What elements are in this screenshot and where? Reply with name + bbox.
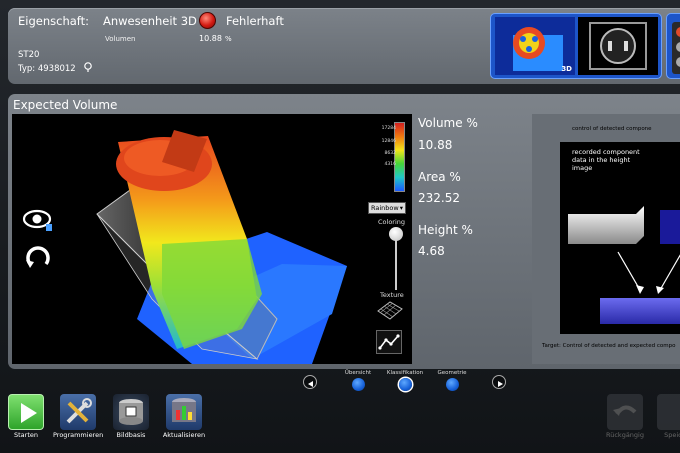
- undo-icon: [607, 394, 643, 430]
- status-led-icon: [199, 12, 216, 29]
- chevron-down-icon: ▾: [399, 204, 403, 212]
- pager-item-uebersicht[interactable]: Übersicht: [338, 370, 378, 395]
- figure-caption: Target: Control of detected and expected…: [542, 343, 676, 349]
- save-button[interactable]: Speich: [650, 394, 680, 439]
- rotate-icon[interactable]: [22, 242, 54, 274]
- play-icon: [8, 394, 44, 430]
- thumbnail-badge: 3D: [561, 65, 572, 73]
- texture-label: Texture: [380, 291, 404, 299]
- texture-mesh-icon[interactable]: [376, 299, 404, 321]
- volume-stat-label: Volume %: [418, 116, 478, 130]
- undo-label: Rückgängig: [606, 431, 644, 439]
- status-text: Fehlerhaft: [226, 14, 284, 28]
- start-label: Starten: [14, 431, 38, 439]
- pin-icon[interactable]: [83, 62, 93, 72]
- pager-dot: [445, 378, 459, 391]
- arrow-right-icon: [498, 381, 503, 387]
- property-name: Anwesenheit 3D: [103, 14, 197, 28]
- pager-dot: [351, 378, 365, 391]
- tools-icon: [60, 394, 96, 430]
- volume-unit: %: [225, 35, 232, 43]
- colormap-value: Rainbow: [371, 204, 399, 212]
- program-button[interactable]: Programmieren: [53, 394, 103, 439]
- 3d-viewer[interactable]: 17284 12846 8632 4316 Rainbow ▾ Coloring…: [12, 114, 412, 364]
- colormap-select[interactable]: Rainbow ▾: [368, 202, 406, 214]
- database-chart-icon: [166, 394, 202, 430]
- pager-item-geometrie[interactable]: Geometrie: [432, 370, 472, 395]
- arrow-left-icon: [308, 381, 313, 387]
- figure-title: control of detected compone: [572, 126, 652, 132]
- pager-item-label: Übersicht: [344, 370, 372, 376]
- explanation-figure: control of detected compone recorded com…: [532, 114, 680, 364]
- traffic-light-icon: [672, 22, 680, 74]
- pager-item-klassifikation[interactable]: Klassifikation: [385, 370, 425, 395]
- image-thumbnail-strip: 3D: [490, 13, 662, 79]
- figure-diagram: recorded component data in the height im…: [560, 142, 680, 334]
- coloring-label: Coloring: [378, 218, 406, 226]
- app-window: Eigenschaft: Anwesenheit 3D Fehlerhaft V…: [0, 0, 680, 453]
- coloring-slider-knob[interactable]: [389, 227, 403, 241]
- refresh-label: Aktualisieren: [162, 431, 206, 439]
- image-base-button[interactable]: Bildbasis: [106, 394, 156, 439]
- profile-graph-icon: [378, 334, 400, 350]
- scale-tick: 4316: [384, 162, 396, 167]
- volume-value: 10.88: [199, 34, 222, 43]
- scale-tick: 12846: [381, 139, 396, 144]
- save-icon: [657, 394, 680, 430]
- pager-dot-active: [398, 378, 412, 391]
- scale-tick: 8632: [384, 151, 396, 156]
- pager-item-label: Klassifikation: [386, 370, 424, 376]
- height-image-thumbnail[interactable]: 3D: [495, 17, 575, 75]
- panel-title: Expected Volume: [13, 98, 118, 112]
- volume-stat-value: 10.88: [418, 138, 453, 152]
- pager-item-label: Geometrie: [437, 370, 467, 376]
- figure-text: recorded component data in the height im…: [572, 148, 640, 172]
- 3d-height-model: [96, 130, 347, 364]
- traffic-light-thumbnail[interactable]: [666, 13, 680, 79]
- color-scale-bar: [394, 122, 405, 192]
- type-label: Typ: 4938012: [18, 64, 76, 74]
- undo-button[interactable]: Rückgängig: [600, 394, 650, 439]
- refresh-button[interactable]: Aktualisieren: [159, 394, 209, 439]
- height-stat-value: 4.68: [418, 244, 445, 258]
- view-eye-icon[interactable]: [22, 204, 54, 236]
- database-icon: [113, 394, 149, 430]
- pager-prev-button[interactable]: [303, 375, 317, 389]
- area-stat-value: 232.52: [418, 191, 460, 205]
- program-label: Programmieren: [53, 431, 104, 439]
- pager-next-button[interactable]: [492, 375, 506, 389]
- station-label: ST20: [18, 50, 40, 60]
- start-button[interactable]: Starten: [1, 394, 51, 439]
- save-label: Speich: [664, 431, 680, 439]
- volume-label: Volumen: [105, 35, 136, 43]
- gray-image-thumbnail[interactable]: [578, 17, 658, 75]
- scale-tick: 17284: [381, 126, 396, 131]
- property-label: Eigenschaft:: [18, 14, 90, 28]
- image-base-label: Bildbasis: [116, 431, 146, 439]
- height-stat-label: Height %: [418, 223, 473, 237]
- socket-image-icon: [578, 17, 658, 75]
- area-stat-label: Area %: [418, 170, 461, 184]
- header-panel: Eigenschaft: Anwesenheit 3D Fehlerhaft V…: [8, 8, 680, 84]
- main-panel: Expected Volume 17284 12846 8632 4316 Ra…: [8, 94, 680, 369]
- profile-button[interactable]: [376, 330, 402, 354]
